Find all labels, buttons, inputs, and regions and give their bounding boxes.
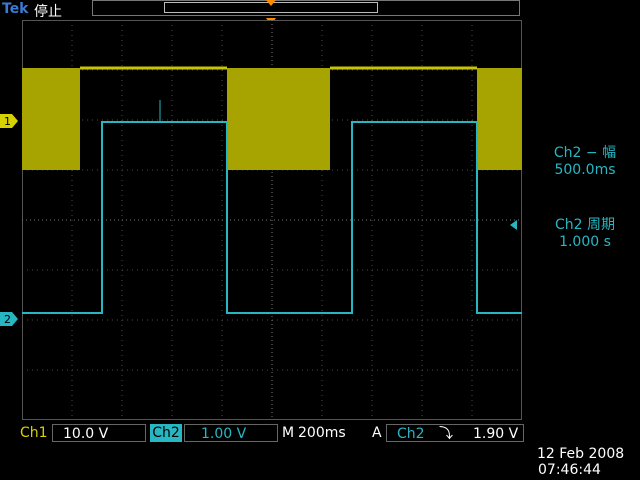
measurement-title: Ch2 − 幅 [553, 145, 617, 161]
timebase-value[interactable]: 200ms [298, 424, 346, 442]
trigger-source: Ch2 [397, 426, 425, 442]
measurement-value: 1.000 s [559, 234, 611, 250]
timebase-label: M [282, 425, 295, 441]
measurement-ch2-width: Ch2 − 幅 500.0ms [540, 142, 630, 178]
readout-bar: Ch1 10.0 V Ch2 1.00 V M 200ms A Ch2 ⤵ 1.… [0, 424, 640, 444]
ch1-trace [22, 66, 522, 170]
status-bar: Tek 停止 [0, 0, 640, 20]
svg-text:2: 2 [4, 313, 11, 326]
trigger-level: 1.90 V [473, 426, 519, 442]
ch1-ground-marker[interactable]: 1 [0, 113, 18, 128]
ch1-scale[interactable]: 10.0 V [52, 424, 146, 442]
ch1-label[interactable]: Ch1 [20, 424, 48, 442]
trigger-settings[interactable]: Ch2 ⤵ 1.90 V [386, 424, 524, 442]
measurement-title: Ch2 周期 [554, 217, 615, 233]
trigger-label: A [372, 425, 382, 441]
measurement-ch2-period: Ch2 周期 1.000 s [540, 214, 630, 250]
measurement-value: 500.0ms [554, 162, 616, 178]
run-state-label: 停止 [34, 4, 62, 20]
time-readout: 07:46:44 [538, 462, 601, 478]
trigger-slope-icon: ⤵ [439, 426, 453, 442]
ch2-ground-marker[interactable]: 2 [0, 311, 18, 326]
trigger-level-icon[interactable] [510, 220, 517, 230]
trigger-position-top-icon [266, 0, 276, 6]
ch2-label[interactable]: Ch2 [150, 424, 182, 442]
brand-logo: Tek [2, 1, 29, 17]
svg-text:1: 1 [4, 115, 11, 128]
ch2-scale[interactable]: 1.00 V [184, 424, 278, 442]
date-readout: 12 Feb 2008 [537, 446, 625, 462]
waveform-canvas [22, 20, 522, 420]
